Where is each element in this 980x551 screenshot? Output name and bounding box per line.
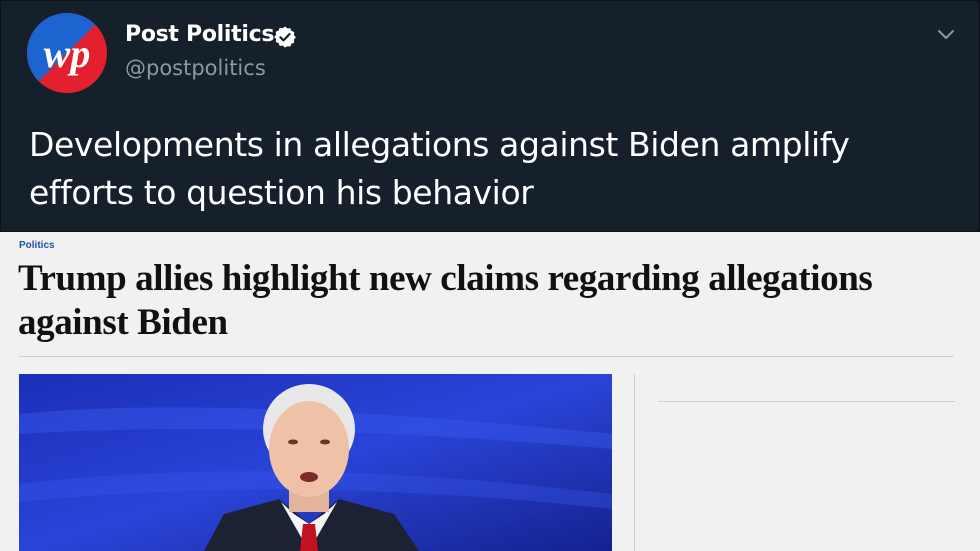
washington-post-logo: wp (27, 13, 107, 93)
verified-badge-icon (274, 26, 296, 48)
column-divider (634, 374, 635, 551)
divider (19, 356, 954, 357)
svg-text:wp: wp (44, 31, 91, 76)
sidebar-divider (658, 401, 955, 402)
handle[interactable]: @postpolitics (125, 56, 266, 80)
avatar[interactable]: wp (27, 13, 107, 93)
section-label[interactable]: Politics (19, 240, 55, 251)
tweet-card: wp Post Politics @postpolitics Developme… (0, 0, 980, 232)
chevron-down-icon[interactable] (935, 23, 957, 45)
article-photo[interactable] (19, 374, 612, 551)
article-headline[interactable]: Trump allies highlight new claims regard… (18, 257, 963, 345)
display-name[interactable]: Post Politics (125, 22, 274, 47)
tweet-text: Developments in allegations against Bide… (29, 125, 850, 212)
